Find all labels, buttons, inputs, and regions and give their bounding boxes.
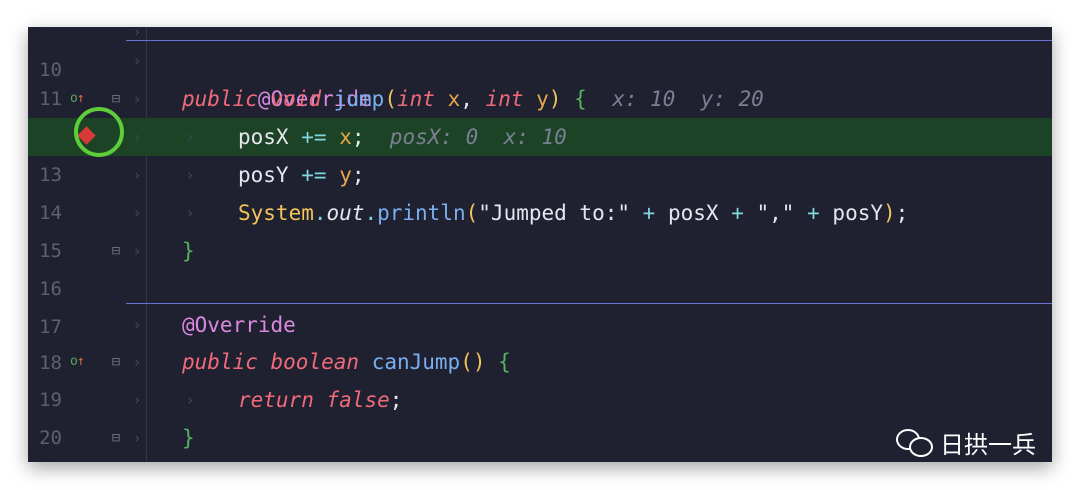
- dot: .: [313, 201, 327, 225]
- code-line[interactable]: 11 › @Override: [28, 42, 1052, 111]
- indent-guide-icon: ›: [132, 316, 142, 334]
- operator: +: [807, 201, 820, 225]
- brace: {: [498, 350, 511, 374]
- parameter: y: [536, 87, 549, 111]
- brace: {: [574, 87, 587, 111]
- semicolon: ;: [895, 201, 909, 225]
- keyword: int: [396, 87, 435, 111]
- operator: +=: [301, 163, 327, 187]
- inline-debug-value: x: 10: [503, 125, 567, 149]
- fold-marker-icon[interactable]: ⊟: [109, 89, 123, 109]
- annotation: @Override: [182, 313, 296, 337]
- override-icon[interactable]: o↑: [70, 343, 85, 381]
- keyword: void: [270, 87, 322, 111]
- brace: }: [182, 239, 195, 263]
- paren: ): [883, 201, 896, 225]
- code-line[interactable]: 16 ⊟ › }: [28, 232, 1052, 300]
- method-name: jump: [333, 87, 385, 111]
- watermark: 日拱一兵: [896, 424, 1036, 460]
- indent-guide-icon: ›: [132, 90, 142, 108]
- method-name: canJump: [371, 350, 461, 374]
- keyword: public: [182, 87, 258, 111]
- indent-guide-icon: ›: [185, 166, 195, 184]
- field: posX: [238, 125, 289, 149]
- parameter: x: [447, 87, 461, 111]
- keyword: public: [182, 350, 258, 374]
- field: posY: [832, 201, 883, 225]
- indent-guide-icon: ›: [132, 429, 142, 447]
- field: posX: [667, 201, 719, 225]
- indent-guide-icon: ›: [185, 391, 195, 409]
- inline-debug-value: y: 20: [700, 87, 764, 111]
- keyword: return: [238, 388, 314, 412]
- operator: +: [642, 201, 656, 225]
- indent-guide-icon: ›: [132, 353, 142, 371]
- code-line[interactable]: 20 › › return false;: [28, 381, 1052, 449]
- indent-guide-icon: ›: [132, 128, 142, 146]
- watermark-text: 日拱一兵: [940, 430, 1036, 459]
- indent-guide-icon: ›: [185, 204, 195, 222]
- inline-debug-value: posX: 0: [389, 125, 479, 149]
- class-name: System: [238, 201, 314, 225]
- indent-guide-icon: ›: [132, 52, 142, 70]
- static-field: out: [326, 201, 365, 225]
- comma: ,: [460, 87, 473, 111]
- semicolon: ;: [351, 125, 365, 149]
- indent-guide-icon: ›: [132, 204, 142, 222]
- operator: +=: [301, 125, 327, 149]
- keyword: int: [485, 87, 524, 111]
- paren: (: [460, 350, 473, 374]
- inline-debug-value: x: 10: [612, 87, 676, 111]
- code-line[interactable]: 17: [28, 270, 1052, 338]
- keyword: boolean: [270, 350, 360, 374]
- string-literal: "Jumped to:": [478, 201, 630, 225]
- wechat-icon: [896, 427, 934, 457]
- method-call: println: [377, 201, 466, 225]
- code-line[interactable]: 19 o↑ ⊟ › public boolean canJump() {: [28, 343, 1052, 411]
- indent-guide-icon: ›: [132, 391, 142, 409]
- indent-guide-icon: ›: [132, 166, 142, 184]
- code-line[interactable]: 18 › @Override: [28, 306, 1052, 374]
- parameter: y: [339, 163, 352, 187]
- paren: ): [472, 350, 486, 374]
- paren: ): [548, 87, 562, 111]
- field: posY: [238, 163, 289, 187]
- fold-marker-icon[interactable]: ⊟: [109, 428, 123, 448]
- code-line[interactable]: 12 o↑ ⊟ › public void jump(int x, int y)…: [28, 80, 1052, 148]
- current-execution-line[interactable]: 13 › › posX += x; posX: 0 x: 10: [28, 118, 1052, 186]
- code-editor: 10 › 11 › @Override 12 o↑ ⊟ › public voi…: [28, 27, 1052, 462]
- fold-marker-icon[interactable]: ⊟: [109, 352, 123, 372]
- line-number: 21: [28, 457, 62, 462]
- code-line[interactable]: 15 › › System.out.println("Jumped to:" +…: [28, 194, 1052, 262]
- indent-guide-icon: ›: [185, 128, 195, 146]
- semicolon: ;: [351, 163, 365, 187]
- code-line[interactable]: 14 › › posY += y;: [28, 156, 1052, 224]
- semicolon: ;: [389, 388, 403, 412]
- brace: }: [182, 426, 195, 450]
- parameter: x: [339, 125, 352, 149]
- string-literal: ",": [756, 201, 795, 225]
- keyword: false: [326, 388, 390, 412]
- indent-guide-icon: ›: [132, 242, 142, 260]
- dot: .: [364, 201, 378, 225]
- breakpoint-highlight-ring: [74, 107, 124, 157]
- paren: (: [465, 201, 479, 225]
- paren: (: [384, 87, 397, 111]
- operator: +: [731, 201, 744, 225]
- fold-marker-icon[interactable]: ⊟: [109, 241, 123, 261]
